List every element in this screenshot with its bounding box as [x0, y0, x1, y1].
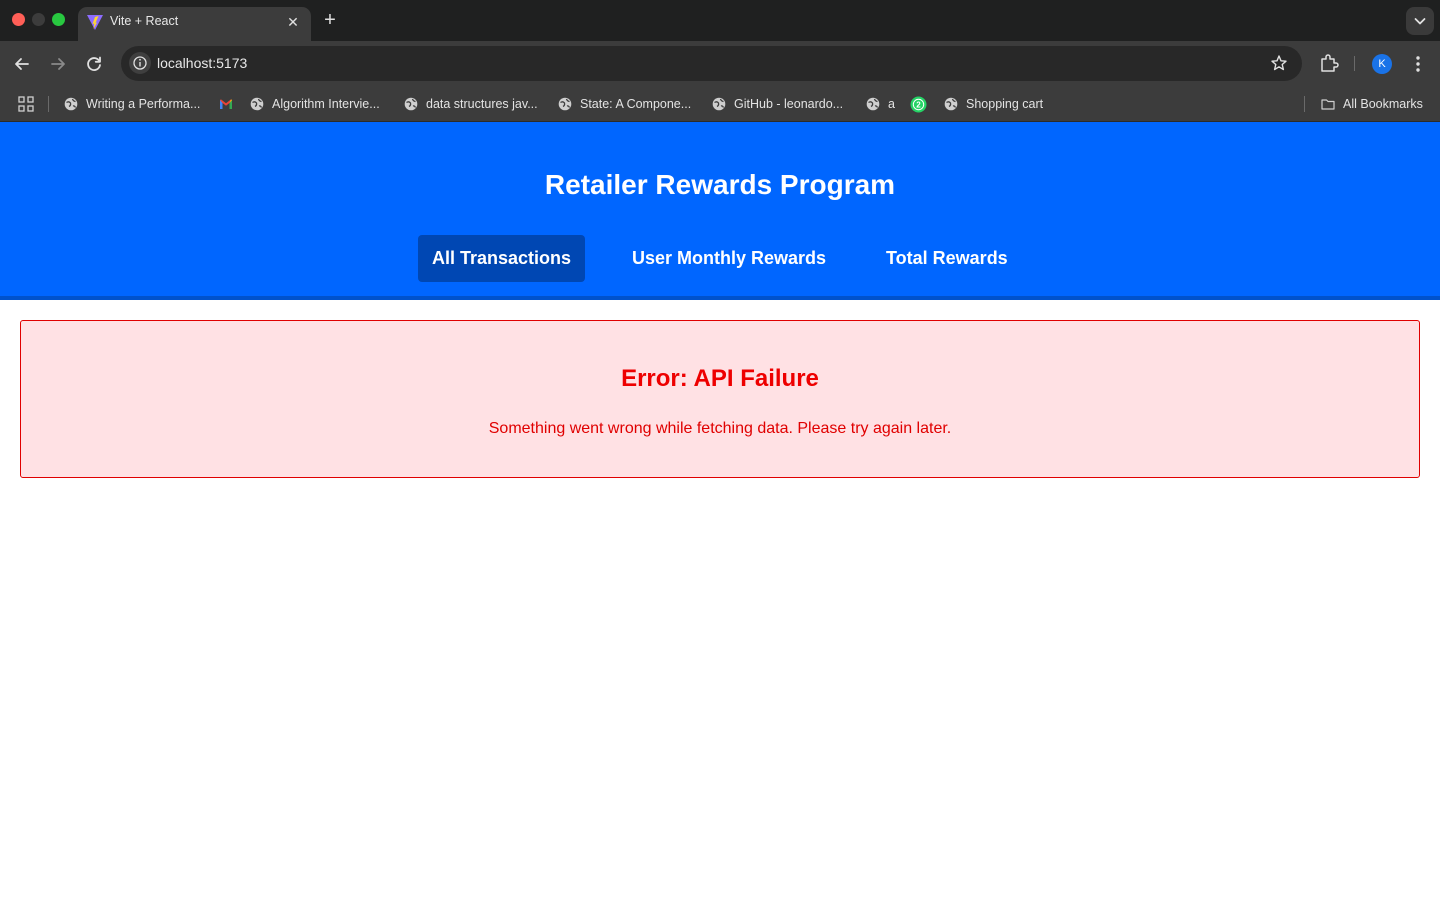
bookmark-label: GitHub - leonardo...	[734, 97, 844, 111]
browser-tab-strip: Vite + React ✕ +	[0, 0, 1440, 41]
app-header: Retailer Rewards Program All Transaction…	[0, 122, 1440, 300]
window-maximize-button[interactable]	[52, 13, 65, 26]
page-content: Retailer Rewards Program All Transaction…	[0, 122, 1440, 900]
bookmark-item[interactable]: State: A Compone...	[558, 95, 691, 113]
bookmarks-divider	[1304, 96, 1305, 112]
bookmark-item[interactable]: Shopping cart	[944, 95, 1043, 113]
close-icon[interactable]: ✕	[285, 14, 301, 30]
all-bookmarks-button[interactable]: All Bookmarks	[1321, 95, 1423, 113]
bookmark-item[interactable]: GitHub - leonardo...	[712, 95, 843, 113]
bookmark-label: a	[888, 97, 895, 111]
bookmark-item-gmail[interactable]	[219, 95, 233, 113]
bookmark-label: data structures jav...	[426, 97, 538, 111]
whatsapp-icon: 2	[910, 96, 927, 112]
app-title: Retailer Rewards Program	[544, 169, 896, 200]
more-vertical-icon[interactable]	[1408, 53, 1428, 75]
bookmark-item[interactable]: Writing a Performa...	[64, 95, 200, 113]
profile-avatar[interactable]: K	[1372, 54, 1392, 74]
globe-icon	[712, 97, 726, 111]
globe-icon	[558, 97, 572, 111]
globe-icon	[944, 97, 958, 111]
bookmark-item[interactable]: data structures jav...	[404, 95, 538, 113]
globe-icon	[866, 97, 880, 111]
info-icon[interactable]	[129, 52, 151, 74]
back-arrow-icon[interactable]	[10, 52, 34, 76]
error-alert: Error: API Failure Something went wrong …	[20, 320, 1420, 478]
window-close-button[interactable]	[12, 13, 25, 26]
gmail-icon	[220, 99, 232, 109]
bookmark-label: State: A Compone...	[580, 97, 692, 111]
bookmark-star-icon[interactable]	[1270, 54, 1288, 72]
error-message: Something went wrong while fetching data…	[488, 420, 952, 437]
globe-icon	[250, 97, 264, 111]
browser-tab[interactable]: Vite + React ✕	[78, 7, 311, 41]
tab-user-monthly-rewards[interactable]: User Monthly Rewards	[618, 235, 840, 282]
globe-icon	[64, 97, 78, 111]
new-tab-button[interactable]: +	[319, 9, 341, 31]
url-text[interactable]: localhost:5173	[157, 55, 247, 71]
bookmark-label: Shopping cart	[966, 97, 1044, 111]
apps-grid-icon[interactable]	[18, 96, 34, 112]
tab-title: Vite + React	[110, 14, 179, 28]
whatsapp-badge: 2	[916, 100, 921, 109]
bookmark-item[interactable]: Algorithm Intervie...	[250, 95, 380, 113]
bookmark-item-whatsapp[interactable]: 2	[910, 95, 927, 113]
extensions-puzzle-icon[interactable]	[1318, 52, 1340, 74]
bookmark-label: Writing a Performa...	[86, 97, 201, 111]
bookmark-label: Algorithm Intervie...	[272, 97, 380, 111]
bookmarks-bar: Writing a Performa... Algorithm Intervie…	[0, 86, 1440, 122]
bookmark-item[interactable]: a	[866, 95, 895, 113]
error-title: Error: API Failure	[621, 365, 819, 392]
window-minimize-button[interactable]	[32, 13, 45, 26]
tab-all-transactions[interactable]: All Transactions	[418, 235, 586, 282]
tab-search-button[interactable]	[1406, 7, 1434, 35]
vite-logo-icon	[87, 15, 103, 30]
all-bookmarks-label: All Bookmarks	[1343, 97, 1423, 111]
chevron-down-icon	[1414, 18, 1426, 25]
reload-icon[interactable]	[82, 52, 106, 76]
folder-icon	[1321, 99, 1335, 110]
forward-arrow-icon[interactable]	[46, 52, 70, 76]
tab-total-rewards[interactable]: Total Rewards	[872, 235, 1022, 282]
bookmarks-divider	[48, 96, 49, 112]
globe-icon	[404, 97, 418, 111]
address-bar[interactable]: localhost:5173	[121, 46, 1302, 81]
browser-toolbar: localhost:5173 K	[0, 41, 1440, 86]
toolbar-divider	[1354, 56, 1355, 71]
